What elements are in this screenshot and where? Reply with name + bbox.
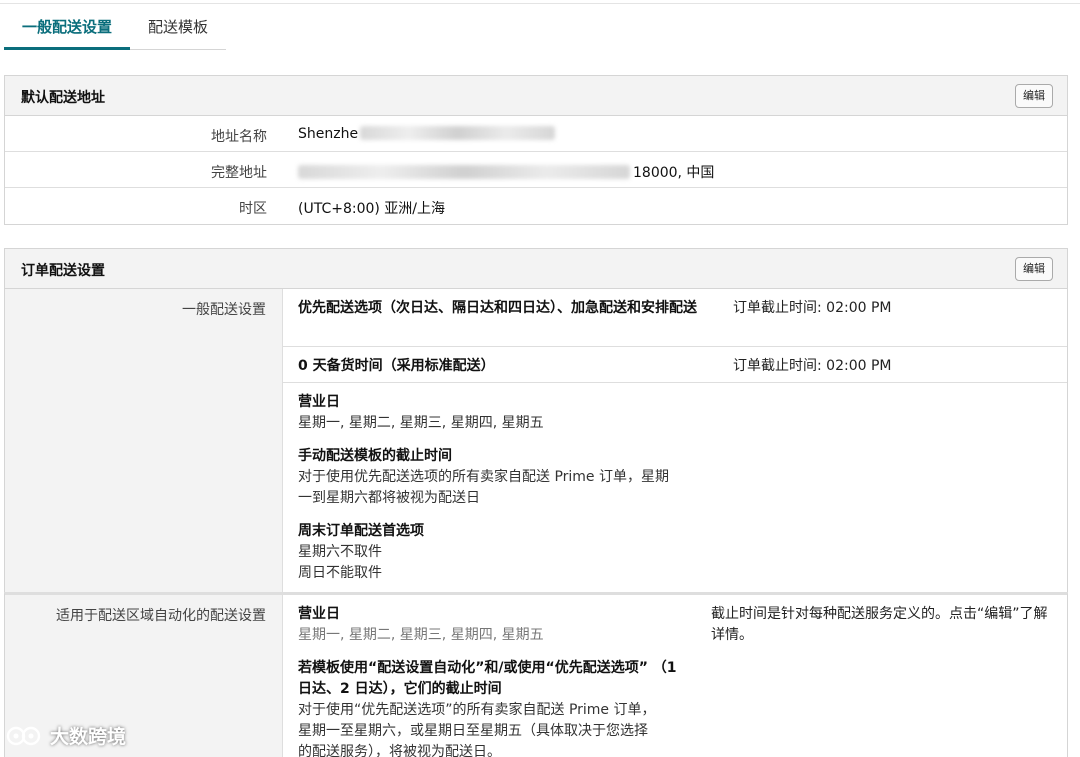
address-name-value: Shenzhe [283, 116, 1067, 151]
automation-settings-row: 适用于配送区域自动化的配送设置 营业日 星期一, 星期二, 星期三, 星期四, … [4, 592, 1068, 757]
full-address-text: 18000, 中国 [633, 165, 715, 181]
priority-shipping-text: 优先配送选项（次日达、隔日达和四日达）、加急配送和安排配送 [298, 300, 697, 316]
order-settings-body: 一般配送设置 优先配送选项（次日达、隔日达和四日达）、加急配送和安排配送 订单截… [5, 289, 1067, 593]
general-settings-label-cell: 一般配送设置 [5, 289, 283, 593]
auto-cutoff-block: 若模板使用“配送设置自动化”和/或使用“优先配送选项” （1 日达、2 日达），… [298, 658, 689, 757]
weekend-preference-block: 周末订单配送首选项 星期六不取件 周日不能取件 [298, 521, 689, 584]
default-address-title: 默认配送地址 [21, 90, 105, 106]
auto-business-days-heading: 营业日 [298, 606, 340, 622]
auto-cutoff-heading: 若模板使用“配送设置自动化”和/或使用“优先配送选项” （1 日达、2 日达），… [298, 660, 677, 697]
manual-cutoff-line-2: 一到星期六都将被视为配送日 [298, 490, 480, 506]
top-divider [0, 3, 1080, 4]
address-name-text: Shenzhe [298, 126, 359, 142]
full-address-row: 完整地址 18000, 中国 [5, 152, 1067, 188]
business-days-block: 营业日 星期一, 星期二, 星期三, 星期四, 星期五 [298, 392, 689, 434]
business-days-heading: 营业日 [298, 394, 340, 410]
watermark-text: 大数跨境 [50, 726, 127, 748]
sunday-pickup-text: 周日不能取件 [298, 565, 382, 581]
auto-cutoff-line-1: 对于使用“优先配送选项”的所有卖家自配送 Prime 订单， [298, 702, 656, 718]
priority-cutoff-time: 订单截止时间: 02:00 PM [733, 300, 892, 316]
auto-business-days-value: 星期一, 星期二, 星期三, 星期四, 星期五 [298, 627, 544, 643]
handling-cutoff-time: 订单截止时间: 02:00 PM [733, 358, 892, 374]
tab-shipping-templates[interactable]: 配送模板 [130, 12, 226, 50]
order-settings-header: 订单配送设置 编辑 [5, 249, 1067, 289]
auto-cutoff-line-3: 的配送服务），将被视为配送日。 [298, 744, 501, 757]
saturday-pickup-text: 星期六不取件 [298, 544, 382, 560]
business-days-value: 星期一, 星期二, 星期三, 星期四, 星期五 [298, 415, 544, 431]
full-address-value: 18000, 中国 [283, 152, 1067, 187]
address-name-label: 地址名称 [5, 116, 283, 151]
manual-cutoff-heading: 手动配送模板的截止时间 [298, 448, 452, 464]
edit-order-settings-button[interactable]: 编辑 [1015, 257, 1053, 281]
manual-cutoff-block: 手动配送模板的截止时间 对于使用优先配送选项的所有卖家自配送 Prime 订单，… [298, 446, 689, 509]
watermark: 大数跨境 [6, 722, 126, 749]
handling-time-row: 0 天备货时间（采用标准配送） 订单截止时间: 02:00 PM [283, 347, 1067, 383]
order-settings-section: 订单配送设置 编辑 一般配送设置 优先配送选项（次日达、隔日达和四日达）、加急配… [4, 248, 1068, 593]
timezone-label: 时区 [5, 188, 283, 224]
schedule-details-side [697, 383, 1067, 593]
tab-bar: 一般配送设置 配送模板 [4, 12, 226, 50]
auto-cutoff-line-2: 星期一至星期六，或星期日至星期五（具体取决于您选择 [298, 723, 648, 739]
automation-settings-main: 营业日 星期一, 星期二, 星期三, 星期四, 星期五 若模板使用“配送设置自动… [283, 595, 697, 757]
tab-general-shipping[interactable]: 一般配送设置 [4, 12, 130, 50]
default-address-section: 默认配送地址 编辑 地址名称 Shenzhe 完整地址 18000, 中国 时区… [4, 75, 1068, 225]
schedule-details: 营业日 星期一, 星期二, 星期三, 星期四, 星期五 手动配送模板的截止时间 … [283, 383, 697, 593]
auto-business-days-block: 营业日 星期一, 星期二, 星期三, 星期四, 星期五 [298, 604, 689, 646]
edit-address-button[interactable]: 编辑 [1015, 84, 1053, 108]
priority-shipping-row: 优先配送选项（次日达、隔日达和四日达）、加急配送和安排配送 订单截止时间: 02… [283, 289, 1067, 347]
general-settings-content: 优先配送选项（次日达、隔日达和四日达）、加急配送和安排配送 订单截止时间: 02… [283, 289, 1067, 593]
watermark-logo-icon [6, 726, 41, 745]
address-name-row: 地址名称 Shenzhe [5, 116, 1067, 152]
schedule-details-row: 营业日 星期一, 星期二, 星期三, 星期四, 星期五 手动配送模板的截止时间 … [283, 383, 1067, 593]
redacted-name [360, 126, 556, 140]
default-address-header: 默认配送地址 编辑 [5, 76, 1067, 116]
timezone-row: 时区 (UTC+8:00) 亚洲/上海 [5, 188, 1067, 224]
manual-cutoff-line-1: 对于使用优先配送选项的所有卖家自配送 Prime 订单，星期 [298, 469, 669, 485]
full-address-label: 完整地址 [5, 152, 283, 187]
timezone-value: (UTC+8:00) 亚洲/上海 [298, 201, 446, 217]
weekend-preference-heading: 周末订单配送首选项 [298, 523, 424, 539]
handling-time-text: 0 天备货时间（采用标准配送） [298, 358, 495, 374]
order-settings-title: 订单配送设置 [21, 263, 105, 279]
automation-cutoff-note: 截止时间是针对每种配送服务定义的。点击“编辑”了解详情。 [711, 606, 1048, 643]
general-settings-label: 一般配送设置 [182, 302, 266, 318]
redacted-address [298, 165, 630, 179]
